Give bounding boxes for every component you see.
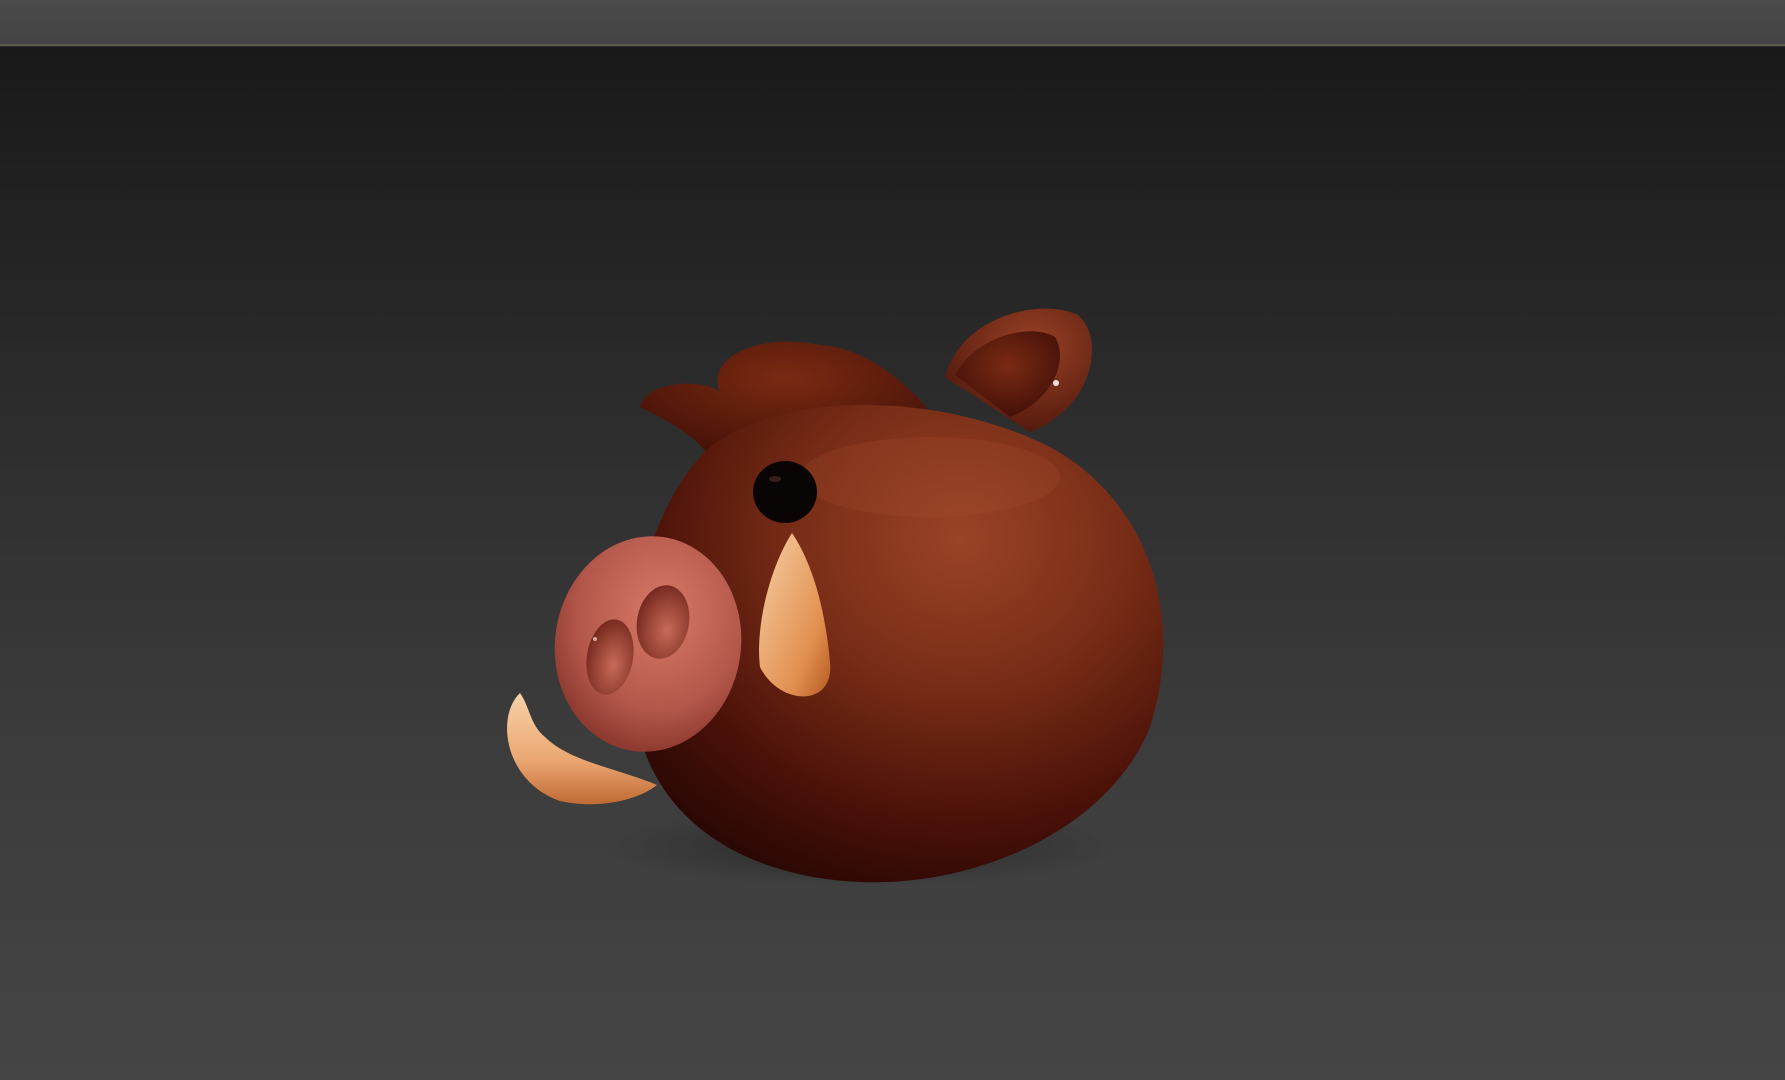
viewport-scene: [507, 308, 1164, 887]
boar-head-model[interactable]: [507, 308, 1164, 887]
app-window: [0, 0, 1785, 1080]
3d-viewport[interactable]: [0, 47, 1785, 1080]
top-toolbar: [0, 0, 1785, 46]
